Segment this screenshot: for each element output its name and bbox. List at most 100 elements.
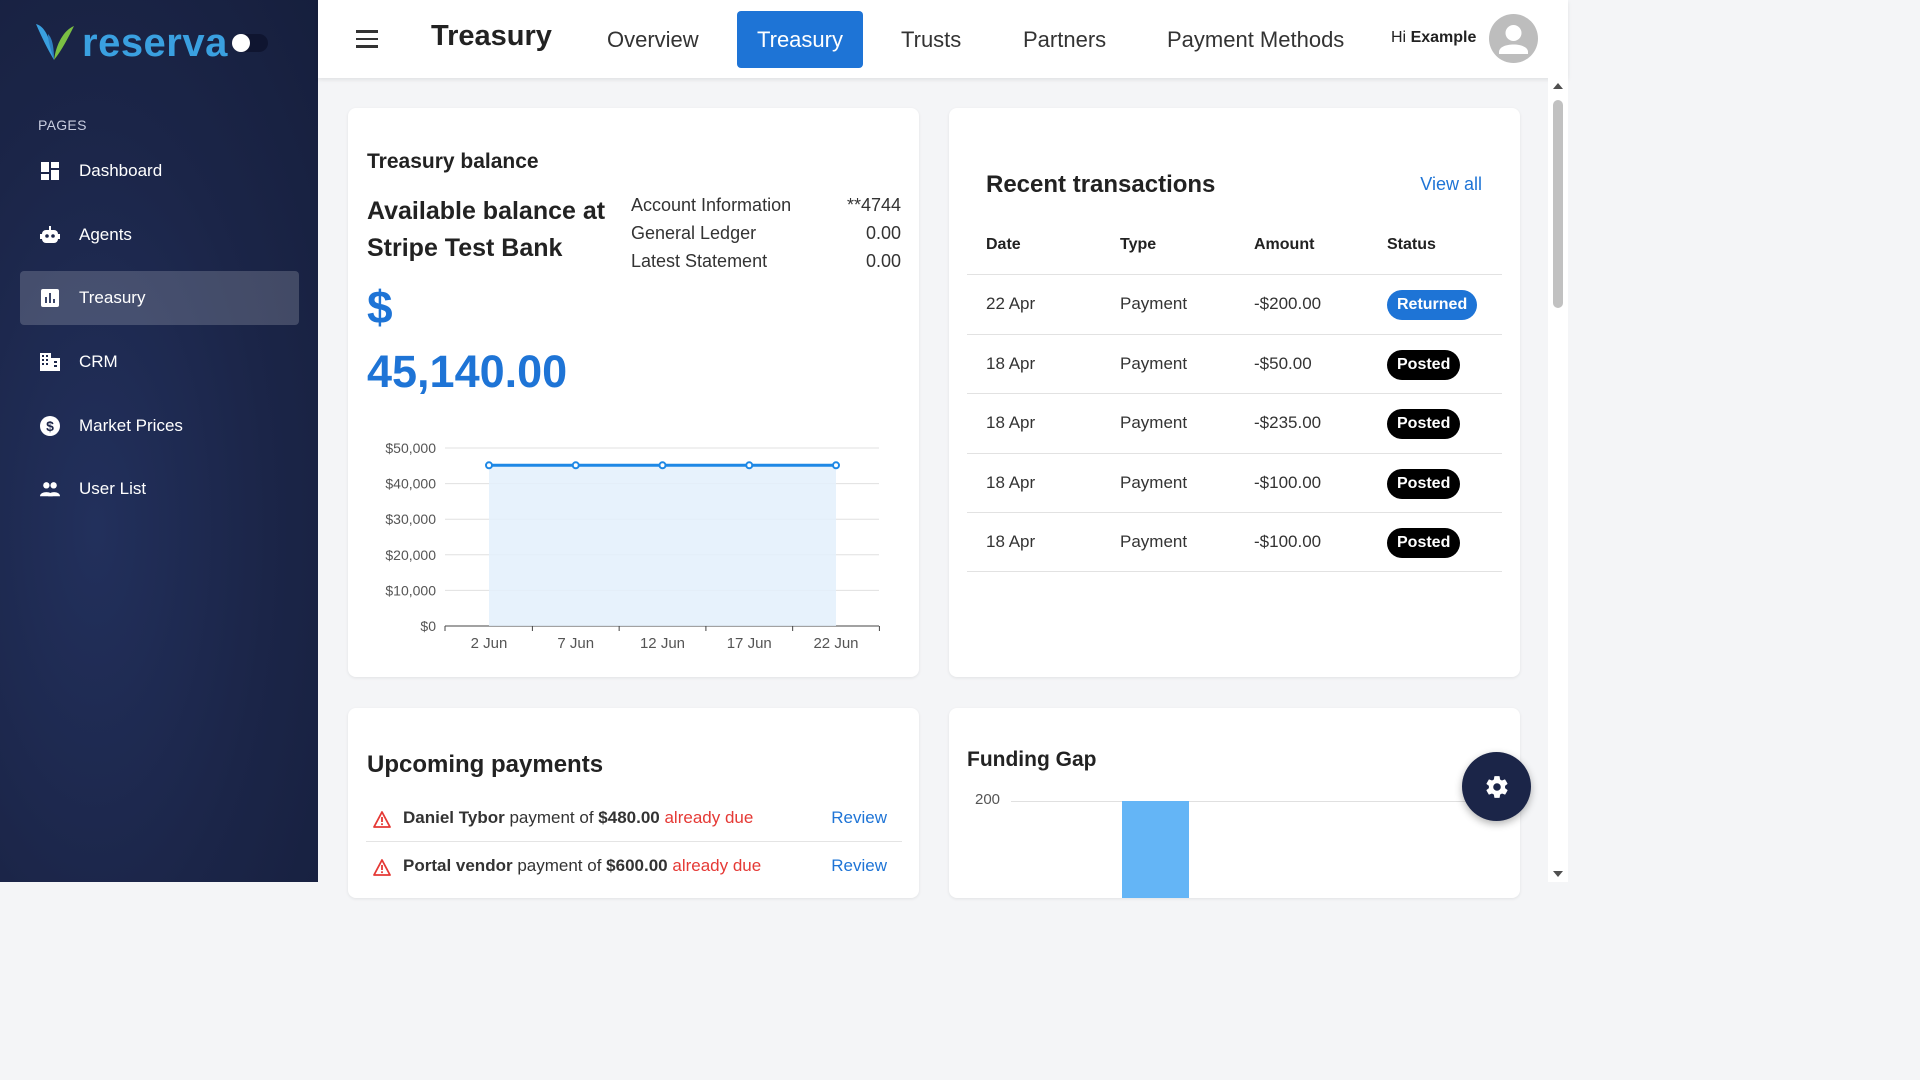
- account-info-value: 0.00: [865, 223, 901, 243]
- x-tick-label: 7 Jun: [557, 635, 594, 652]
- sidebar-item-label: Dashboard: [79, 161, 163, 180]
- tx-date: 18 Apr: [986, 413, 1036, 432]
- logo-mark-icon: [36, 24, 74, 60]
- card-title: Upcoming payments: [367, 751, 604, 778]
- tx-amount: -$235.00: [1254, 413, 1322, 432]
- column-header[interactable]: Date: [986, 236, 1021, 254]
- balance-amount: 45,140.00: [367, 346, 568, 397]
- tx-amount: -$50.00: [1254, 353, 1312, 373]
- scroll-thumb[interactable]: [1553, 100, 1563, 308]
- user-icon: [1499, 25, 1528, 54]
- tx-type: Payment: [1120, 413, 1188, 432]
- svg-text:$: $: [46, 418, 54, 434]
- table-row[interactable]: 18 Apr Payment -$50.00 Posted: [967, 333, 1502, 394]
- y-tick-label: $0: [420, 618, 436, 634]
- tx-type: Payment: [1120, 353, 1188, 373]
- account-info-label: Account Information: [631, 195, 792, 215]
- y-tick-label: $20,000: [385, 547, 436, 563]
- tx-type: Payment: [1120, 294, 1188, 313]
- status-badge: Returned: [1387, 290, 1478, 320]
- funding-gap-card: Funding Gap 200: [949, 708, 1520, 898]
- column-header[interactable]: Status: [1387, 236, 1436, 254]
- x-tick-label: 12 Jun: [640, 635, 685, 652]
- sidebar-item-agents[interactable]: Agents: [20, 208, 299, 262]
- tab-overview[interactable]: Overview: [587, 11, 719, 68]
- tab-payment-methods[interactable]: Payment Methods: [1147, 11, 1364, 68]
- tab-treasury[interactable]: Treasury: [737, 11, 863, 68]
- account-info-row: Latest Statement 0.00: [631, 247, 901, 275]
- tx-amount: -$200.00: [1254, 294, 1322, 313]
- column-header[interactable]: Type: [1120, 236, 1156, 254]
- user-name: Example: [1410, 29, 1477, 46]
- review-button[interactable]: Review: [831, 856, 887, 876]
- tx-date: 18 Apr: [986, 532, 1036, 551]
- warning-icon: [373, 859, 391, 876]
- sidebar-item-treasury[interactable]: Treasury: [20, 271, 299, 326]
- gridline: [1011, 801, 1501, 802]
- sidebar-item-label: CRM: [79, 352, 118, 372]
- dashboard-icon: [40, 161, 60, 181]
- series-area: [489, 465, 836, 626]
- sidebar-item-dashboard[interactable]: Dashboard: [20, 144, 299, 198]
- y-tick-label: $10,000: [385, 582, 436, 598]
- tx-type: Payment: [1120, 532, 1188, 551]
- account-info-row: Account Information **4744: [631, 191, 901, 219]
- sidebar: reserva PAGES Dashboard Agents Treasury: [0, 0, 318, 882]
- tx-amount: -$100.00: [1254, 532, 1322, 551]
- data-point: [571, 461, 580, 470]
- column-header[interactable]: Amount: [1254, 236, 1314, 254]
- scroll-down-icon[interactable]: [1552, 870, 1564, 878]
- page-title: Treasury: [431, 20, 552, 52]
- avatar[interactable]: [1489, 14, 1538, 63]
- sidebar-item-crm[interactable]: CRM: [20, 335, 299, 389]
- sidebar-item-market-prices[interactable]: $ Market Prices: [20, 399, 299, 453]
- table-header: Date Type Amount Status: [949, 226, 1503, 274]
- recent-transactions-card: Recent transactions View all Date Type A…: [949, 108, 1520, 677]
- table-row[interactable]: 18 Apr Payment -$235.00 Posted: [967, 393, 1502, 453]
- y-tick-label: $50,000: [385, 440, 436, 456]
- card-title: Treasury balance: [367, 150, 539, 173]
- data-point: [832, 461, 840, 470]
- tab-partners[interactable]: Partners: [1003, 11, 1126, 68]
- data-point: [485, 461, 493, 470]
- account-info-value: 0.00: [865, 251, 901, 271]
- y-tick-label: $40,000: [385, 476, 436, 492]
- list-item: Daniel Tybor payment of $480.00 already …: [366, 794, 902, 842]
- funding-gap-bar: [1122, 801, 1189, 898]
- due-status: already due: [672, 856, 762, 875]
- payment-description: Portal vendor payment of $600.00 already…: [403, 856, 761, 876]
- sidebar-item-label: Treasury: [79, 288, 146, 308]
- data-point: [658, 461, 667, 470]
- theme-toggle[interactable]: [231, 34, 268, 52]
- sidebar-item-label: User List: [79, 479, 147, 499]
- table-row[interactable]: 18 Apr Payment -$100.00 Posted: [967, 452, 1502, 513]
- tx-date: 18 Apr: [986, 353, 1036, 373]
- settings-button[interactable]: [1462, 752, 1531, 821]
- account-info-label: General Ledger: [631, 223, 757, 243]
- table-row[interactable]: 18 Apr Payment -$100.00 Posted: [967, 512, 1502, 572]
- payee-name: Daniel Tybor: [403, 808, 505, 827]
- balance-subtitle: Available balance at Stripe Test Bank: [367, 197, 606, 262]
- review-button[interactable]: Review: [831, 808, 887, 828]
- people-icon: [40, 479, 60, 499]
- payment-amount: $600.00: [606, 856, 668, 875]
- view-all-link[interactable]: View all: [1420, 174, 1482, 195]
- tx-amount: -$100.00: [1254, 472, 1322, 492]
- payee-name: Portal vendor: [403, 856, 513, 875]
- menu-icon[interactable]: [356, 30, 378, 48]
- sidebar-item-user-list[interactable]: User List: [20, 462, 299, 516]
- table-row[interactable]: 22 Apr Payment -$200.00 Returned: [967, 274, 1502, 334]
- account-info-label: Latest Statement: [631, 251, 768, 271]
- status-badge: Posted: [1387, 528, 1461, 558]
- account-info-value: **4744: [846, 195, 901, 215]
- tab-trusts[interactable]: Trusts: [881, 11, 981, 68]
- vertical-scrollbar[interactable]: [1548, 78, 1568, 882]
- user-greeting: Hi Example: [1391, 29, 1476, 47]
- tx-date: 22 Apr: [986, 294, 1036, 313]
- scroll-up-icon[interactable]: [1552, 82, 1564, 90]
- y-tick-label: $30,000: [385, 511, 436, 527]
- brand-name: reserva: [82, 20, 228, 65]
- account-info-table: Account Information **4744 General Ledge…: [631, 191, 901, 275]
- tx-type: Payment: [1120, 472, 1188, 492]
- brand-logo[interactable]: reserva: [34, 20, 268, 66]
